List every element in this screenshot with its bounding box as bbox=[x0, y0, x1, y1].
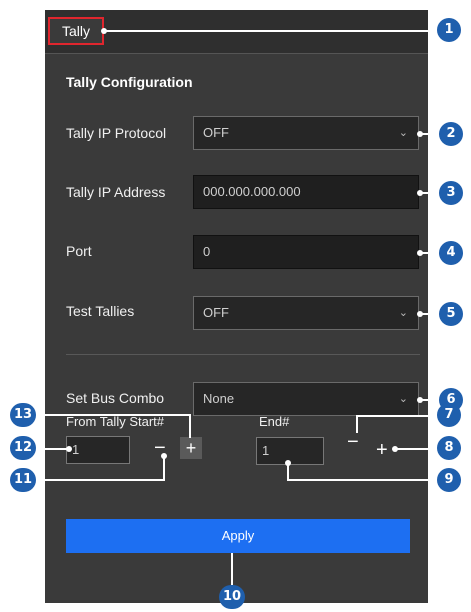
callout-badge-7: 7 bbox=[437, 403, 461, 427]
end-label: End# bbox=[259, 414, 290, 429]
test-tallies-select[interactable]: OFF ⌄ bbox=[193, 296, 419, 330]
port-label: Port bbox=[66, 243, 92, 259]
callout-badge-10: 10 bbox=[219, 585, 245, 609]
callout-leader-4 bbox=[420, 252, 440, 254]
end-number-value: 1 bbox=[262, 443, 270, 458]
start-number-value: 1 bbox=[72, 442, 80, 457]
chevron-down-icon: ⌄ bbox=[398, 307, 408, 319]
chevron-down-icon: ⌄ bbox=[398, 393, 408, 405]
callout-dot-9 bbox=[285, 460, 291, 466]
callout-dot-12 bbox=[66, 446, 72, 452]
set-bus-combo-label: Set Bus Combo bbox=[66, 390, 165, 406]
from-tally-start-label: From Tally Start# bbox=[66, 414, 165, 429]
callout-dot-3 bbox=[417, 190, 423, 196]
callout-badge-8: 8 bbox=[437, 436, 461, 460]
callout-badge-2: 2 bbox=[439, 122, 463, 146]
callout-leader-12 bbox=[34, 448, 70, 450]
end-plus-button[interactable]: + bbox=[376, 440, 388, 460]
callout-leader-7b bbox=[356, 415, 358, 433]
callout-dot-2 bbox=[417, 131, 423, 137]
callout-leader-1 bbox=[104, 30, 438, 32]
callout-leader-6 bbox=[420, 399, 440, 401]
callout-leader-7 bbox=[356, 415, 438, 417]
callout-leader-5 bbox=[420, 313, 440, 315]
tally-ip-address-value: 000.000.000.000 bbox=[203, 184, 301, 199]
tally-ip-address-input[interactable]: 000.000.000.000 bbox=[193, 175, 419, 209]
test-tallies-value: OFF bbox=[203, 305, 229, 320]
callout-dot-8 bbox=[392, 446, 398, 452]
test-tallies-label: Test Tallies bbox=[66, 303, 135, 319]
start-number-input[interactable]: 1 bbox=[66, 436, 130, 464]
callout-dot-1 bbox=[101, 28, 107, 34]
callout-leader-9b bbox=[287, 479, 438, 481]
tally-ip-protocol-label: Tally IP Protocol bbox=[66, 125, 167, 141]
callout-badge-4: 4 bbox=[439, 241, 463, 265]
set-bus-combo-select[interactable]: None ⌄ bbox=[193, 382, 419, 416]
callout-badge-9: 9 bbox=[437, 468, 461, 492]
callout-leader-8 bbox=[394, 448, 438, 450]
section-title: Tally Configuration bbox=[66, 74, 193, 90]
callout-leader-13a bbox=[34, 414, 191, 416]
apply-button[interactable]: Apply bbox=[66, 519, 410, 553]
callout-leader-13b bbox=[189, 414, 191, 438]
callout-leader-2 bbox=[420, 133, 440, 135]
tally-ip-address-label: Tally IP Address bbox=[66, 184, 166, 200]
callout-dot-11 bbox=[161, 453, 167, 459]
tally-ip-protocol-select[interactable]: OFF ⌄ bbox=[193, 116, 419, 150]
callout-leader-11b bbox=[34, 479, 165, 481]
tab-tally[interactable]: Tally bbox=[48, 17, 104, 45]
set-bus-combo-value: None bbox=[203, 391, 235, 406]
chevron-down-icon: ⌄ bbox=[398, 127, 408, 139]
callout-badge-13: 13 bbox=[10, 403, 36, 427]
tally-ip-protocol-value: OFF bbox=[203, 125, 229, 140]
callout-dot-6 bbox=[417, 397, 423, 403]
callout-badge-1: 1 bbox=[437, 18, 461, 42]
start-plus-button[interactable]: + bbox=[180, 437, 202, 459]
port-value: 0 bbox=[203, 244, 211, 259]
callout-badge-11: 11 bbox=[10, 468, 36, 492]
callout-badge-5: 5 bbox=[439, 302, 463, 326]
end-minus-button[interactable]: − bbox=[347, 432, 359, 452]
callout-dot-4 bbox=[417, 250, 423, 256]
callout-badge-3: 3 bbox=[439, 181, 463, 205]
callout-leader-3 bbox=[420, 192, 440, 194]
callout-badge-12: 12 bbox=[10, 436, 36, 460]
callout-dot-5 bbox=[417, 311, 423, 317]
port-input[interactable]: 0 bbox=[193, 235, 419, 269]
divider bbox=[66, 354, 420, 355]
